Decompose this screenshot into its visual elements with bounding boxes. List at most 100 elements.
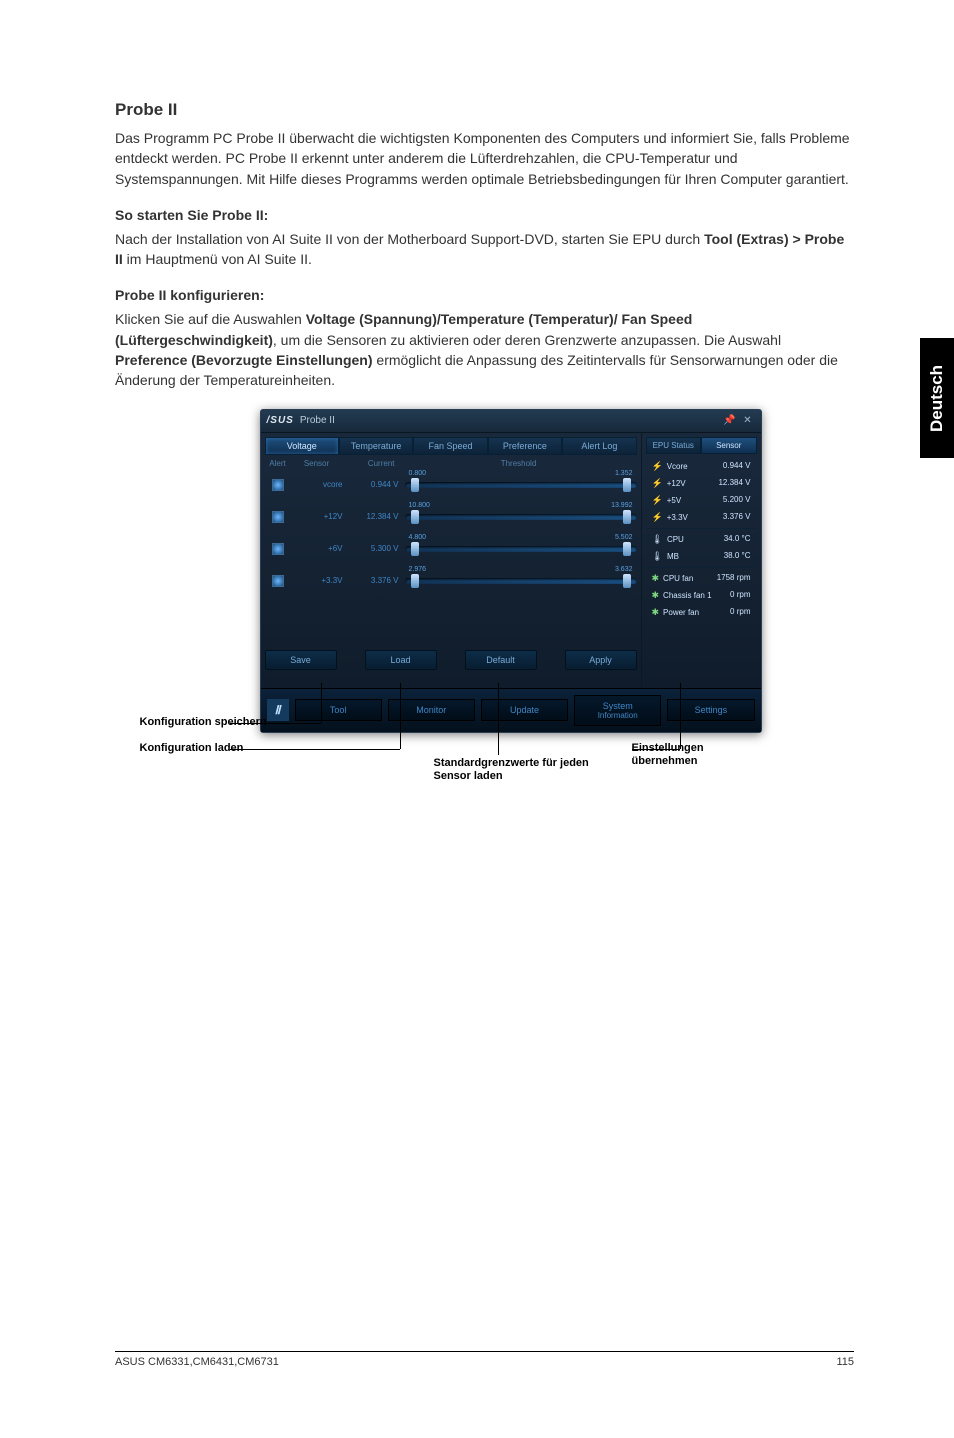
slider-high-label: 5.502 [615, 534, 633, 541]
config-heading: Probe II konfigurieren: [115, 287, 854, 303]
column-headers: Alert Sensor Current Threshold [265, 457, 637, 472]
sensor-value: 3.376 V [347, 576, 405, 585]
threshold-slider[interactable]: 0.800 1.352 [405, 476, 637, 494]
start-paragraph: Nach der Installation von AI Suite II vo… [115, 229, 854, 270]
volt-icon [652, 495, 663, 506]
option-name: Preference (Bevorzugte Einstellungen) [115, 352, 373, 368]
slider-high-label: 13.992 [611, 502, 632, 509]
col-current: Current [343, 459, 401, 468]
status-label: MB [667, 552, 679, 561]
status-label: +3.3V [667, 513, 688, 522]
alert-checkbox[interactable] [272, 575, 284, 587]
close-icon[interactable]: ✕ [741, 414, 755, 428]
sensor-row: +12V 12.384 V 10.800 13.992 [265, 504, 637, 530]
start-heading: So starten Sie Probe II: [115, 207, 854, 223]
status-value: 5.200 V [723, 495, 751, 506]
sensor-value: 0.944 V [347, 480, 405, 489]
temp-icon [652, 534, 663, 545]
probe-ii-window: /SUS Probe II 📌 ✕ Voltage Temperature Fa… [260, 409, 762, 733]
status-label: Chassis fan 1 [663, 591, 711, 600]
col-alert: Alert [265, 459, 291, 468]
sensor-row: vcore 0.944 V 0.800 1.352 [265, 472, 637, 498]
ai-logo-icon[interactable]: Ⅱ [267, 699, 289, 721]
page-footer: ASUS CM6331,CM6431,CM6731 115 [115, 1351, 854, 1368]
volt-icon [652, 512, 663, 523]
status-value: 0 rpm [730, 590, 750, 601]
sensor-value: 5.300 V [347, 544, 405, 553]
temp-icon [652, 551, 663, 562]
status-label: +5V [667, 496, 681, 505]
save-button[interactable]: Save [265, 650, 337, 670]
threshold-slider[interactable]: 2.976 3.632 [405, 572, 637, 590]
tab-sensor-status[interactable]: Sensor [701, 437, 757, 454]
apply-button[interactable]: Apply [565, 650, 637, 670]
status-label: CPU [667, 535, 684, 544]
footer-product: ASUS CM6331,CM6431,CM6731 [115, 1356, 279, 1368]
launcher-system-information[interactable]: SystemInformation [574, 695, 661, 726]
main-panel: Voltage Temperature Fan Speed Preference… [261, 433, 641, 688]
status-label: CPU fan [663, 574, 693, 583]
status-value: 0.944 V [723, 461, 751, 472]
col-sensor: Sensor [291, 459, 343, 468]
sensor-name: +3.3V [291, 576, 347, 585]
status-label: Power fan [663, 608, 699, 617]
status-value: 3.376 V [723, 512, 751, 523]
launcher-tool[interactable]: Tool [295, 699, 382, 721]
sensor-name: +12V [291, 512, 347, 521]
tab-preference[interactable]: Preference [488, 437, 562, 455]
status-value: 1758 rpm [717, 573, 751, 584]
default-button[interactable]: Default [465, 650, 537, 670]
fan-icon [652, 573, 660, 584]
slider-low-label: 10.800 [409, 502, 430, 509]
text: Klicken Sie auf die Auswahlen [115, 311, 306, 327]
footer-page-number: 115 [836, 1356, 854, 1368]
fan-icon [652, 590, 660, 601]
slider-low-label: 4.800 [409, 534, 427, 541]
brand-logo: /SUS [267, 415, 294, 426]
callout-default: Standardgrenzwerte für jeden Sensor lade… [434, 757, 604, 783]
load-button[interactable]: Load [365, 650, 437, 670]
status-value: 38.0 °C [724, 551, 751, 562]
window-title: Probe II [300, 415, 335, 426]
titlebar[interactable]: /SUS Probe II 📌 ✕ [261, 410, 761, 433]
tab-temperature[interactable]: Temperature [339, 437, 413, 455]
sensor-name: vcore [291, 480, 347, 489]
pin-icon[interactable]: 📌 [723, 414, 737, 428]
alert-checkbox[interactable] [272, 511, 284, 523]
launcher-bar: Ⅱ Tool Monitor Update SystemInformation … [261, 688, 761, 732]
config-paragraph: Klicken Sie auf die Auswahlen Voltage (S… [115, 309, 854, 390]
tab-alert-log[interactable]: Alert Log [562, 437, 636, 455]
col-threshold: Threshold [401, 459, 637, 468]
launcher-update[interactable]: Update [481, 699, 568, 721]
status-value: 34.0 °C [724, 534, 751, 545]
slider-high-label: 1.352 [615, 470, 633, 477]
text: System [603, 701, 633, 711]
tab-voltage[interactable]: Voltage [265, 437, 339, 455]
tab-fan-speed[interactable]: Fan Speed [413, 437, 487, 455]
sensor-name: +6V [291, 544, 347, 553]
slider-low-label: 0.800 [409, 470, 427, 477]
callout-save: Konfiguration speichern [140, 716, 267, 729]
threshold-slider[interactable]: 4.800 5.502 [405, 540, 637, 558]
volt-icon [652, 478, 663, 489]
main-tabs: Voltage Temperature Fan Speed Preference… [265, 437, 637, 455]
intro-paragraph: Das Programm PC Probe II überwacht die w… [115, 128, 854, 189]
tab-epu-status[interactable]: EPU Status [646, 437, 702, 454]
slider-low-label: 2.976 [409, 566, 427, 573]
fan-icon [652, 607, 660, 618]
page-title: Probe II [115, 100, 854, 120]
status-label: Vcore [667, 462, 688, 471]
alert-checkbox[interactable] [272, 543, 284, 555]
launcher-monitor[interactable]: Monitor [388, 699, 475, 721]
sensor-value: 12.384 V [347, 512, 405, 521]
status-value: 0 rpm [730, 607, 750, 618]
alert-checkbox[interactable] [272, 479, 284, 491]
sensor-row: +6V 5.300 V 4.800 5.502 [265, 536, 637, 562]
volt-icon [652, 461, 663, 472]
threshold-slider[interactable]: 10.800 13.992 [405, 508, 637, 526]
status-value: 12.384 V [718, 478, 750, 489]
bottom-buttons: Save Load Default Apply [265, 644, 637, 680]
callout-apply: Einstellungen übernehmen [632, 742, 770, 768]
text: , um die Sensoren zu aktivieren oder der… [273, 332, 781, 348]
text: Nach der Installation von AI Suite II vo… [115, 231, 704, 247]
